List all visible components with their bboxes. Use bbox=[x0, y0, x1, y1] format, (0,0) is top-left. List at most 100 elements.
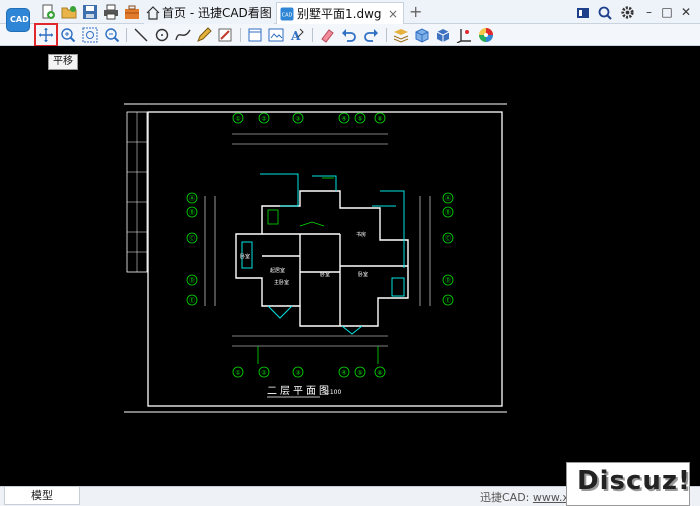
svg-text:①: ① bbox=[235, 370, 240, 377]
svg-text:⑤: ⑤ bbox=[357, 116, 362, 123]
grid-bubble-bottom: ③ bbox=[292, 366, 304, 378]
app-logo: CAD bbox=[6, 8, 30, 32]
grid-axis-right: Ⓐ Ⓑ Ⓒ Ⓓ Ⓔ bbox=[442, 192, 454, 306]
grid-bubble-bottom: ① bbox=[232, 366, 244, 378]
grid-axis-left: Ⓐ Ⓑ Ⓒ Ⓓ Ⓔ bbox=[186, 192, 198, 306]
spline-icon[interactable] bbox=[175, 27, 191, 43]
zoom-in-icon[interactable] bbox=[60, 27, 76, 43]
grid-bubble-left: Ⓒ bbox=[186, 232, 198, 244]
room-label: 起居室 bbox=[270, 267, 285, 274]
svg-text:④: ④ bbox=[341, 370, 346, 377]
room-label: 卧室 bbox=[320, 271, 330, 278]
gear-icon[interactable] bbox=[620, 5, 635, 20]
grid-bubble-right: Ⓒ bbox=[442, 232, 454, 244]
discuz-watermark: Discuz! bbox=[566, 462, 690, 506]
svg-text:⑥: ⑥ bbox=[377, 116, 382, 123]
save-icon[interactable] bbox=[82, 4, 98, 20]
3d-cube-icon[interactable] bbox=[435, 27, 451, 43]
redo-icon[interactable] bbox=[363, 27, 379, 43]
tab-home[interactable]: 首页 - 迅捷CAD看图 bbox=[144, 2, 274, 24]
svg-text:⑤: ⑤ bbox=[357, 370, 362, 377]
room-label: 卧室 bbox=[358, 271, 368, 278]
text-style-icon[interactable]: A bbox=[289, 27, 305, 43]
svg-text:Ⓒ: Ⓒ bbox=[189, 235, 195, 243]
tab-file[interactable]: CAD 别墅平面1.dwg × bbox=[276, 2, 404, 24]
grid-bubble-top: ⑥ bbox=[374, 112, 386, 124]
drawing-scale: 1:100 bbox=[324, 389, 341, 396]
coordinate-axis-icon[interactable] bbox=[456, 27, 472, 43]
grid-bubble-left: Ⓔ bbox=[186, 294, 198, 306]
svg-text:⑥: ⑥ bbox=[377, 370, 382, 377]
maximize-button[interactable]: □ bbox=[658, 3, 676, 21]
zoom-search-icon[interactable] bbox=[598, 6, 612, 20]
svg-text:Ⓐ: Ⓐ bbox=[189, 195, 195, 203]
model-tab[interactable]: 模型 bbox=[4, 487, 80, 505]
undo-icon[interactable] bbox=[341, 27, 357, 43]
circle-icon[interactable] bbox=[154, 27, 170, 43]
grid-bubble-bottom: ⑤ bbox=[354, 366, 366, 378]
tab-home-label: 首页 - 迅捷CAD看图 bbox=[162, 6, 272, 20]
site-label: 迅捷CAD: bbox=[480, 491, 530, 504]
tab-file-label: 别墅平面1.dwg bbox=[297, 7, 382, 21]
pan-button-active-outline[interactable] bbox=[34, 23, 58, 47]
cad-viewer-window: 首页 - 迅捷CAD看图 CAD 别墅平面1.dwg × + – □ ✕ CAD… bbox=[0, 0, 700, 506]
zoom-extents-icon[interactable] bbox=[104, 27, 120, 43]
pan-tooltip: 平移 bbox=[48, 54, 78, 70]
home-icon bbox=[146, 6, 160, 20]
svg-text:Ⓔ: Ⓔ bbox=[445, 297, 451, 305]
svg-text:Ⓑ: Ⓑ bbox=[445, 209, 451, 217]
3d-box-icon[interactable] bbox=[414, 27, 430, 43]
grid-bubble-bottom: ⑥ bbox=[374, 366, 386, 378]
sketch-icon[interactable] bbox=[217, 27, 233, 43]
title-block-lines bbox=[127, 112, 147, 272]
building-walls bbox=[235, 190, 409, 327]
color-wheel-icon[interactable] bbox=[478, 27, 494, 43]
svg-text:Ⓑ: Ⓑ bbox=[189, 209, 195, 217]
new-file-icon[interactable] bbox=[40, 4, 56, 20]
minimize-button[interactable]: – bbox=[640, 3, 658, 21]
toolbar-separator bbox=[312, 28, 313, 42]
grid-bubble-top: ④ bbox=[338, 112, 350, 124]
svg-text:Ⓓ: Ⓓ bbox=[445, 277, 451, 285]
line-icon[interactable] bbox=[133, 27, 149, 43]
svg-text:Ⓔ: Ⓔ bbox=[189, 297, 195, 305]
drawing-canvas[interactable]: ①②③④⑤⑥ ①②③④⑤⑥ Ⓐ Ⓑ Ⓒ Ⓓ Ⓔ Ⓐ Ⓑ Ⓒ Ⓓ Ⓔ 卧室 起居室… bbox=[0, 46, 700, 486]
room-label: 主卧室 bbox=[274, 279, 289, 286]
grid-axis-top: ① ② ③ ④ ⑤ ⑥ bbox=[232, 112, 386, 124]
grid-bubble-right: Ⓑ bbox=[442, 206, 454, 218]
layout-view-icon[interactable] bbox=[247, 27, 263, 43]
open-folder-icon[interactable] bbox=[61, 4, 77, 20]
layers-icon[interactable] bbox=[393, 27, 409, 43]
tab-close-button[interactable]: × bbox=[388, 3, 398, 25]
room-label: 卧室 bbox=[240, 253, 250, 260]
briefcase-icon[interactable] bbox=[124, 4, 140, 20]
svg-text:CAD: CAD bbox=[282, 13, 293, 19]
grid-bubble-top: ① bbox=[232, 112, 244, 124]
watermark-text: Discuz! bbox=[577, 466, 691, 496]
new-tab-button[interactable]: + bbox=[409, 2, 422, 22]
grid-bubble-right: Ⓓ bbox=[442, 274, 454, 286]
tab-bar: 首页 - 迅捷CAD看图 CAD 别墅平面1.dwg × + – □ ✕ bbox=[0, 0, 700, 24]
toolbar-separator bbox=[240, 28, 241, 42]
print-icon[interactable] bbox=[103, 4, 119, 20]
eraser-icon[interactable] bbox=[319, 27, 335, 43]
grid-bubble-top: ⑤ bbox=[354, 112, 366, 124]
close-button[interactable]: ✕ bbox=[677, 3, 695, 21]
grid-bubble-left: Ⓑ bbox=[186, 206, 198, 218]
toolbar-separator bbox=[126, 28, 127, 42]
drawing-sheet: ①②③④⑤⑥ ①②③④⑤⑥ ⒶⒷⒸⒹⒺ ⒶⒷⒸⒹⒺ 卧室起居室主卧室卧室书房卧室… bbox=[124, 103, 507, 413]
svg-text:③: ③ bbox=[295, 370, 300, 377]
room-label: 书房 bbox=[356, 231, 366, 238]
zoom-window-icon[interactable] bbox=[82, 27, 98, 43]
svg-text:Ⓐ: Ⓐ bbox=[445, 195, 451, 203]
svg-text:①: ① bbox=[235, 116, 240, 123]
building-windows bbox=[241, 173, 405, 335]
drawing-frame bbox=[147, 111, 503, 407]
pencil-icon[interactable] bbox=[196, 27, 212, 43]
cad-file-icon: CAD bbox=[280, 7, 294, 21]
layout-icon[interactable] bbox=[576, 6, 590, 20]
svg-text:Ⓒ: Ⓒ bbox=[445, 235, 451, 243]
image-view-icon[interactable] bbox=[268, 27, 284, 43]
svg-text:④: ④ bbox=[341, 116, 346, 123]
svg-text:②: ② bbox=[261, 370, 267, 377]
